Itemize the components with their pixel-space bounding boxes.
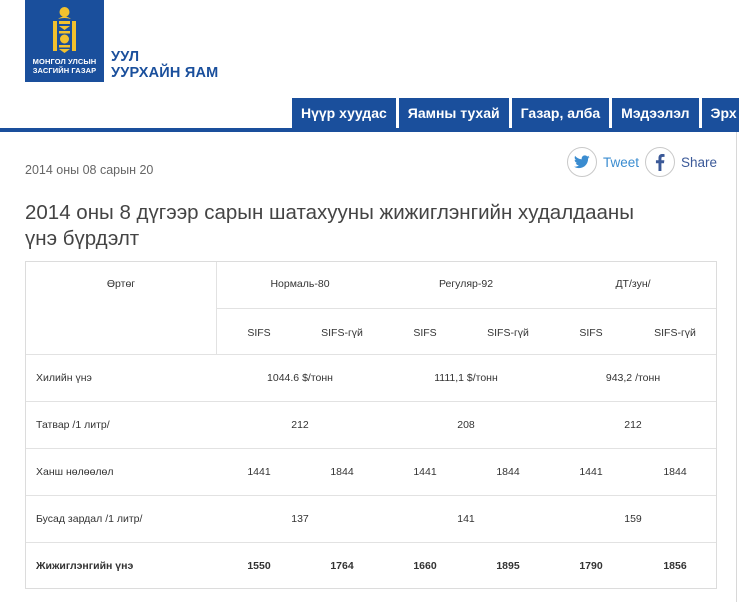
merged-value: 212 (624, 419, 642, 431)
merged-value: 212 (291, 419, 309, 431)
site-header: МОНГОЛ УЛСЫН ЗАСГИЙН ГАЗАР УУЛ УУРХАЙН Я… (0, 0, 739, 135)
cell-value: 1844 (496, 466, 520, 478)
nav-item-legal[interactable]: Эрх зүй (701, 98, 739, 128)
merged-value: 208 (457, 419, 475, 431)
merged-value: 159 (624, 513, 642, 525)
table-row: Бусад зардал /1 литр/ 137 141 159 (26, 495, 716, 542)
facebook-share-button[interactable]: Share (645, 146, 717, 178)
cell-value: 1844 (330, 466, 354, 478)
table-row: Хилийн үнэ 1044.6 $/тонн 1111,1 $/тонн 9… (26, 354, 716, 401)
subheader-sifs-without: SIFS-гүй (654, 327, 696, 339)
merged-value: 137 (291, 513, 309, 525)
fuel-header-diesel: ДТ/зун/ (615, 278, 651, 290)
table-row: Жижиглэнгийн үнэ 1550 1764 1660 1895 179… (26, 542, 716, 588)
cell-value: 1895 (496, 560, 520, 572)
cell-value: 1441 (247, 466, 271, 478)
fuel-header-normal-80: Нормаль-80 (270, 278, 330, 290)
row-label: Татвар /1 литр/ (36, 419, 110, 431)
ministry-name[interactable]: УУЛ УУРХАЙН ЯАМ (111, 49, 218, 81)
share-label: Share (681, 154, 718, 170)
content-divider (736, 132, 737, 602)
merged-value: 141 (457, 513, 475, 525)
fuel-price-table: Өртөг Нормаль-80 Регуляр-92 ДТ/зун/ SIFS… (25, 261, 717, 589)
table-header-row: Өртөг Нормаль-80 Регуляр-92 ДТ/зун/ (26, 262, 716, 308)
subheader-sifs-without: SIFS-гүй (487, 327, 529, 339)
merged-value: 1111,1 $/тонн (434, 372, 498, 384)
merged-value: 1044.6 $/тонн (267, 372, 333, 384)
table-corner-label: Өртөг (106, 278, 136, 290)
article-title-line2: үнэ бүрдэлт (25, 227, 140, 250)
table-subheader-row: SIFS SIFS-гүй SIFS SIFS-гүй SIFS SIFS-гү… (217, 308, 716, 354)
logo-text-line2: ЗАСГИЙН ГАЗАР (32, 66, 97, 75)
row-label: Хилийн үнэ (36, 372, 92, 384)
nav-item-home[interactable]: Нүүр хуудас (292, 98, 396, 128)
table-row: Ханш нөлөөлөл 1441 1844 1441 1844 1441 1… (26, 448, 716, 495)
cell-value: 1441 (413, 466, 437, 478)
cell-value: 1856 (663, 560, 687, 572)
article-date: 2014 оны 08 сарын 20 (25, 163, 154, 177)
row-label: Бусад зардал /1 литр/ (36, 513, 143, 525)
subheader-sifs-without: SIFS-гүй (321, 327, 363, 339)
main-nav: Нүүр хуудас Яамны тухай Газар, алба Мэдэ… (292, 98, 739, 128)
subheader-sifs: SIFS (247, 327, 271, 339)
nav-underline (0, 128, 739, 132)
twitter-bird-icon (574, 155, 590, 169)
nav-item-agencies[interactable]: Газар, алба (511, 98, 610, 128)
cell-value: 1764 (330, 560, 354, 572)
facebook-f-icon (655, 153, 665, 171)
nav-item-news[interactable]: Мэдээлэл (612, 98, 699, 128)
tweet-label: Tweet (603, 154, 640, 170)
tweet-button[interactable]: Tweet (567, 146, 639, 178)
ministry-name-line1: УУЛ (111, 49, 140, 65)
row-label: Жижиглэнгийн үнэ (36, 560, 134, 572)
article-title: 2014 оны 8 дүгээр сарын шатахууны жижигл… (25, 200, 725, 252)
cell-value: 1660 (413, 560, 437, 572)
soyombo-emblem-icon (53, 7, 76, 53)
subheader-sifs: SIFS (413, 327, 437, 339)
article-title-line1: 2014 оны 8 дүгээр сарын шатахууны жижигл… (25, 201, 634, 224)
cell-value: 1844 (663, 466, 687, 478)
table-row: Татвар /1 литр/ 212 208 212 (26, 401, 716, 448)
fuel-header-regular-92: Регуляр-92 (438, 278, 494, 290)
cell-value: 1550 (247, 560, 271, 572)
row-label: Ханш нөлөөлөл (36, 466, 114, 478)
cell-value: 1441 (579, 466, 603, 478)
logo-text-line1: МОНГОЛ УЛСЫН (32, 57, 97, 66)
subheader-sifs: SIFS (579, 327, 603, 339)
merged-value: 943,2 /тонн (605, 372, 661, 384)
cell-value: 1790 (579, 560, 603, 572)
government-logo[interactable]: МОНГОЛ УЛСЫН ЗАСГИЙН ГАЗАР (25, 0, 104, 82)
ministry-name-line2: УУРХАЙН ЯАМ (111, 65, 219, 81)
nav-item-about[interactable]: Яамны тухай (398, 98, 509, 128)
